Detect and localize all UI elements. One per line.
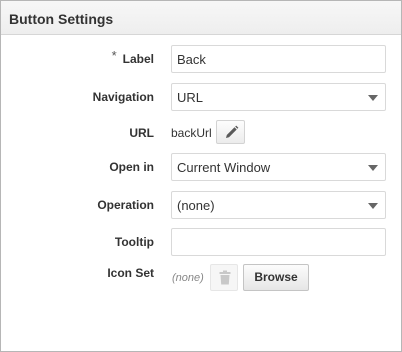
operation-select-value: (none) <box>177 198 215 213</box>
chevron-down-icon <box>368 203 378 209</box>
label-input[interactable]: Back <box>171 45 386 73</box>
required-asterisk: * <box>111 48 117 63</box>
label-field-label-text: Label <box>122 52 154 66</box>
operation-select[interactable]: (none) <box>171 191 386 219</box>
operation-row: Operation (none) <box>1 191 401 219</box>
url-label: URL <box>129 126 154 140</box>
url-value: backUrl <box>171 126 212 140</box>
open-in-select-value: Current Window <box>177 160 271 175</box>
tooltip-label: Tooltip <box>114 235 154 249</box>
button-settings-panel: Button Settings * Label Back Navigation U… <box>0 0 402 352</box>
navigation-label: Navigation <box>92 90 154 104</box>
open-in-row: Open in Current Window <box>1 153 401 181</box>
panel-header: Button Settings <box>1 1 401 35</box>
chevron-down-icon <box>368 95 378 101</box>
url-row: URL backUrl <box>1 119 401 147</box>
open-in-label: Open in <box>109 160 154 174</box>
chevron-down-icon <box>368 165 378 171</box>
icon-set-label: Icon Set <box>107 266 154 280</box>
tooltip-row: Tooltip <box>1 228 401 256</box>
icon-set-row: Icon Set (none) Browse <box>1 264 401 292</box>
pencil-icon <box>226 125 239 138</box>
delete-icon-button[interactable] <box>210 264 238 291</box>
navigation-row: Navigation URL <box>1 83 401 111</box>
navigation-select[interactable]: URL <box>171 83 386 111</box>
panel-title: Button Settings <box>9 11 114 27</box>
icon-set-value: (none) <box>172 272 204 284</box>
open-in-select[interactable]: Current Window <box>171 153 386 181</box>
tooltip-input[interactable] <box>171 228 386 256</box>
operation-label: Operation <box>97 198 154 212</box>
label-row: * Label Back <box>1 45 401 73</box>
browse-button[interactable]: Browse <box>243 264 309 291</box>
edit-url-button[interactable] <box>216 120 245 144</box>
trash-icon <box>219 270 231 285</box>
label-field-label: * Label <box>112 49 154 67</box>
navigation-select-value: URL <box>177 90 204 105</box>
label-input-value: Back <box>177 52 206 67</box>
